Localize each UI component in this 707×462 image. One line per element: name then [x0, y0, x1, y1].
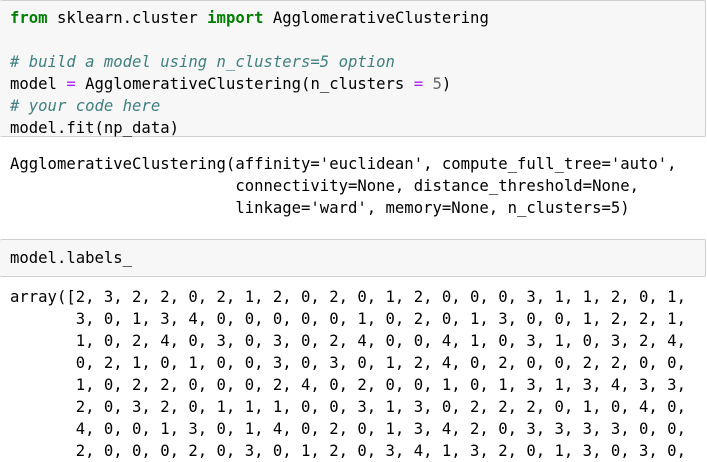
array-line: 4, 0, 0, 1, 3, 0, 1, 4, 0, 2, 0, 1, 3, 4… — [10, 420, 686, 438]
module-name: sklearn.cluster — [47, 9, 208, 27]
constructor-call: AgglomerativeClustering(n_clusters — [75, 75, 414, 93]
fit-line: model.fit(np_data) — [10, 119, 179, 137]
close-paren: ) — [441, 75, 452, 93]
import-line: from sklearn.cluster import Agglomerativ… — [10, 7, 489, 29]
array-line: 2, 0, 0, 0, 2, 0, 3, 0, 1, 2, 0, 3, 4, 1… — [10, 442, 686, 460]
operator-kwarg: = — [413, 75, 424, 93]
array-line: 0, 2, 1, 0, 1, 0, 0, 3, 0, 3, 0, 1, 2, 4… — [10, 354, 686, 372]
number-literal: 5 — [432, 75, 442, 93]
array-line: array([2, 3, 2, 2, 0, 2, 1, 2, 0, 2, 0, … — [10, 288, 686, 306]
output-line: linkage='ward', memory=None, n_clusters=… — [10, 199, 630, 217]
imported-class: AgglomerativeClustering — [263, 9, 489, 27]
comment-build-model: # build a model using n_clusters=5 optio… — [10, 51, 395, 73]
var-model: model — [10, 75, 67, 93]
array-line: 1, 0, 2, 2, 0, 0, 0, 2, 4, 0, 2, 0, 0, 1… — [10, 376, 686, 394]
code-cell-fit[interactable]: from sklearn.cluster import Agglomerativ… — [0, 0, 706, 137]
code-cell-labels[interactable]: model.labels_ — [0, 239, 706, 277]
comment-your-code: # your code here — [10, 95, 160, 117]
output-line: AgglomerativeClustering(affinity='euclid… — [10, 155, 677, 173]
array-line: 2, 0, 3, 2, 0, 1, 1, 1, 0, 0, 3, 1, 3, 0… — [10, 398, 686, 416]
comment-text: # build a model using n_clusters=5 optio… — [10, 53, 395, 71]
labels-code: model.labels_ — [10, 249, 133, 267]
keyword-from: from — [10, 9, 48, 27]
array-line: 3, 0, 1, 3, 4, 0, 0, 0, 0, 0, 1, 0, 2, 0… — [10, 310, 686, 328]
array-line: 1, 0, 2, 4, 0, 3, 0, 3, 0, 2, 4, 0, 0, 4… — [10, 332, 686, 350]
keyword-import: import — [207, 9, 264, 27]
comment-text: # your code here — [10, 97, 161, 115]
output-line: connectivity=None, distance_threshold=No… — [10, 177, 640, 195]
assign-line: model = AgglomerativeClustering(n_cluste… — [10, 73, 451, 95]
operator-assign: = — [66, 75, 76, 93]
